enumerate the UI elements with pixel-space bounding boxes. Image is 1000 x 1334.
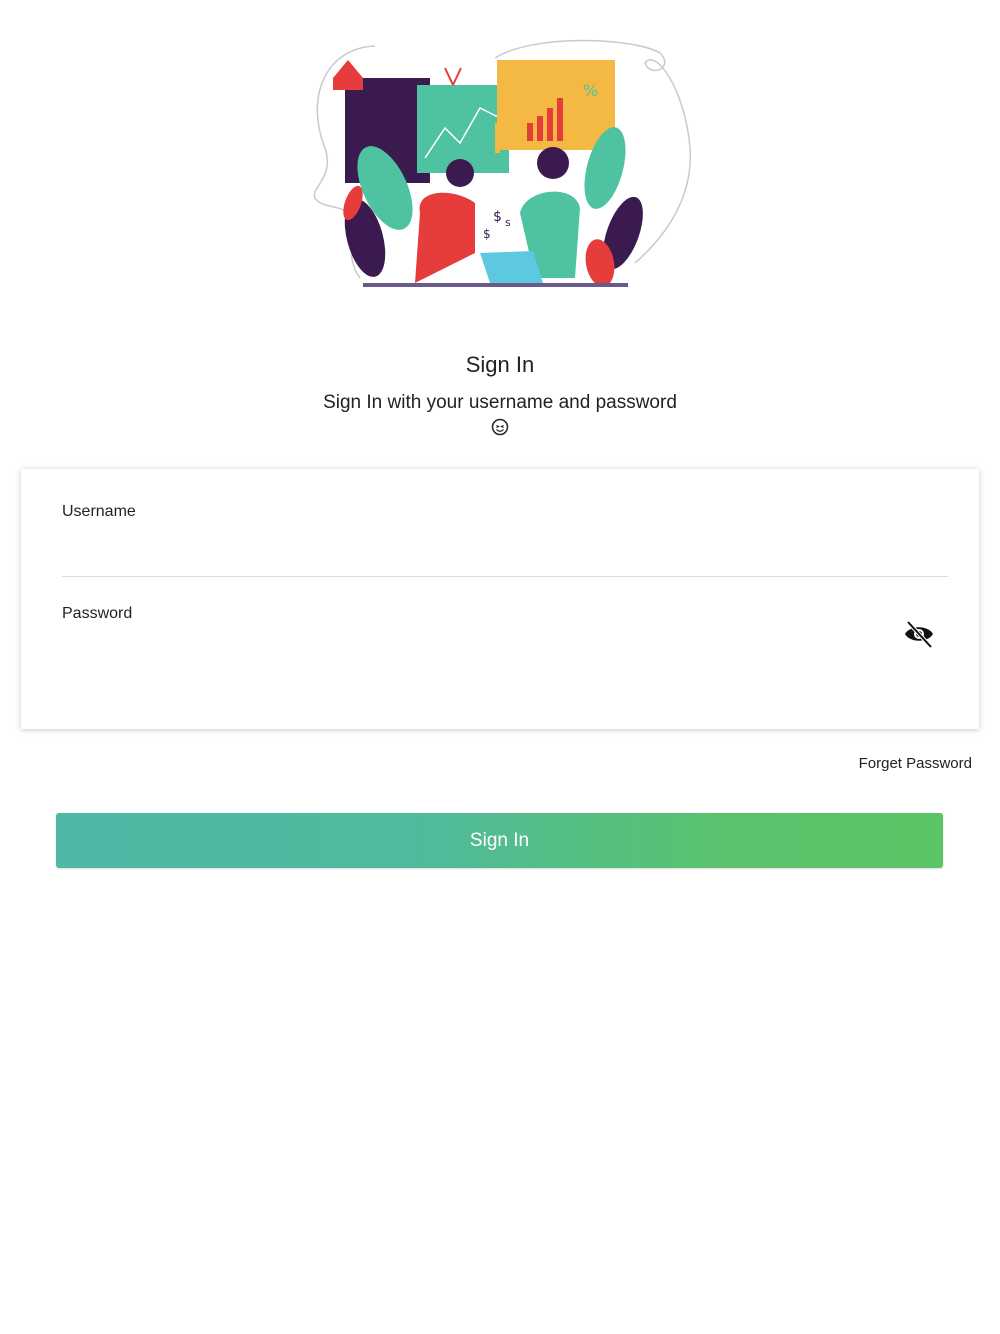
svg-text:s: s (505, 216, 511, 229)
forget-password-link[interactable]: Forget Password (859, 755, 972, 772)
svg-text:%: % (583, 81, 598, 100)
username-field[interactable] (62, 535, 948, 569)
svg-text:$: $ (483, 227, 491, 241)
password-field[interactable] (62, 637, 882, 671)
svg-text:$: $ (493, 209, 502, 225)
page-title: Sign In (465, 352, 535, 377)
sign-in-page: % $ s $ Sign In Sign In with your userna… (0, 0, 1000, 1334)
username-label: Username (62, 503, 136, 520)
username-divider (62, 576, 948, 577)
sign-in-button[interactable]: Sign In (56, 813, 943, 868)
password-label: Password (62, 605, 133, 622)
team-analytics-illustration: % $ s $ (313, 39, 692, 287)
sign-in-form-card: Username Password (21, 469, 979, 729)
smiley-icon (491, 418, 509, 436)
eye-off-icon (905, 620, 933, 649)
page-subtitle: Sign In with your username and password (323, 392, 677, 413)
password-visibility-toggle[interactable] (901, 617, 937, 651)
